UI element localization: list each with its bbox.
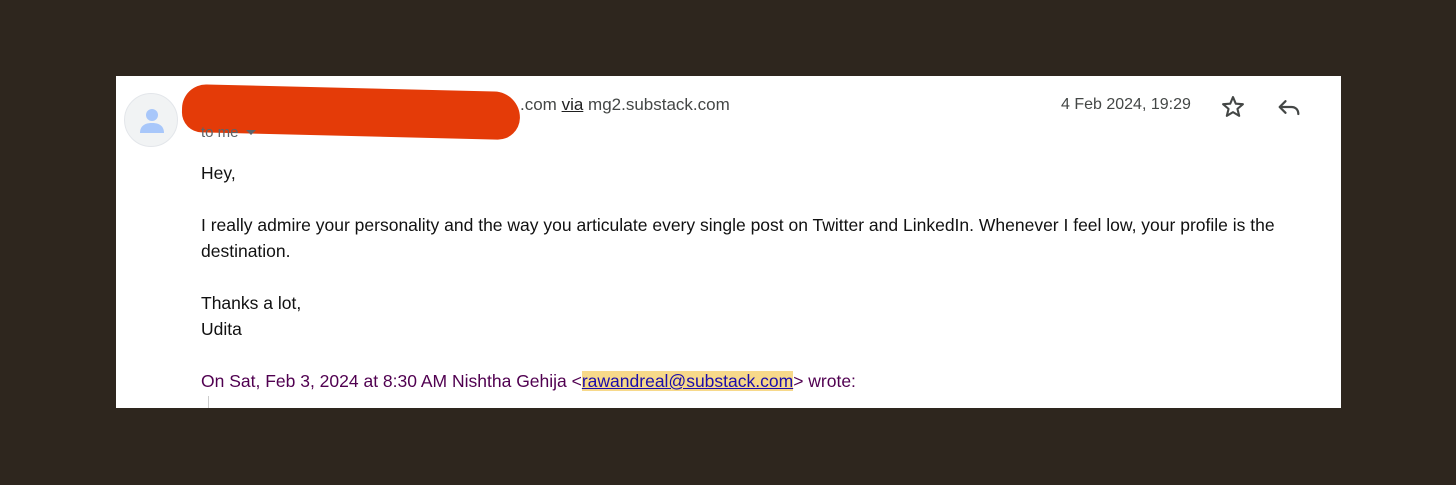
sender-line: .com via mg2.substack.com <box>520 95 730 115</box>
via-link[interactable]: via <box>562 95 584 114</box>
email-greeting: Hey, <box>201 163 236 183</box>
email-message-card: .com via mg2.substack.com to me 4 Feb 20… <box>116 76 1341 408</box>
reply-button[interactable] <box>1275 93 1303 121</box>
quote-divider <box>208 396 209 408</box>
email-signature: Udita <box>201 319 242 339</box>
quote-prefix: On Sat, Feb 3, 2024 at 8:30 AM Nishtha G… <box>201 371 582 391</box>
chevron-down-icon[interactable] <box>245 130 256 135</box>
recipient-label: to me <box>201 124 239 141</box>
email-body: Hey, I really admire your personality an… <box>201 160 1321 342</box>
star-icon[interactable] <box>1219 93 1247 121</box>
email-date: 4 Feb 2024, 19:29 <box>1061 96 1191 113</box>
email-paragraph: I really admire your personality and the… <box>201 215 1275 261</box>
quote-suffix: > wrote: <box>793 371 856 391</box>
quoted-sender-email-link[interactable]: rawandreal@substack.com <box>581 371 794 391</box>
person-icon <box>140 109 164 133</box>
quoted-message-header: On Sat, Feb 3, 2024 at 8:30 AM Nishtha G… <box>201 371 856 392</box>
star-button[interactable] <box>1219 93 1247 121</box>
sender-avatar[interactable] <box>124 93 178 147</box>
via-domain: mg2.substack.com <box>588 95 730 114</box>
recipient-details-toggle[interactable]: to me <box>201 124 256 141</box>
reply-icon[interactable] <box>1275 93 1303 121</box>
email-signoff: Thanks a lot, <box>201 293 302 313</box>
sender-address-suffix: .com <box>520 95 557 114</box>
